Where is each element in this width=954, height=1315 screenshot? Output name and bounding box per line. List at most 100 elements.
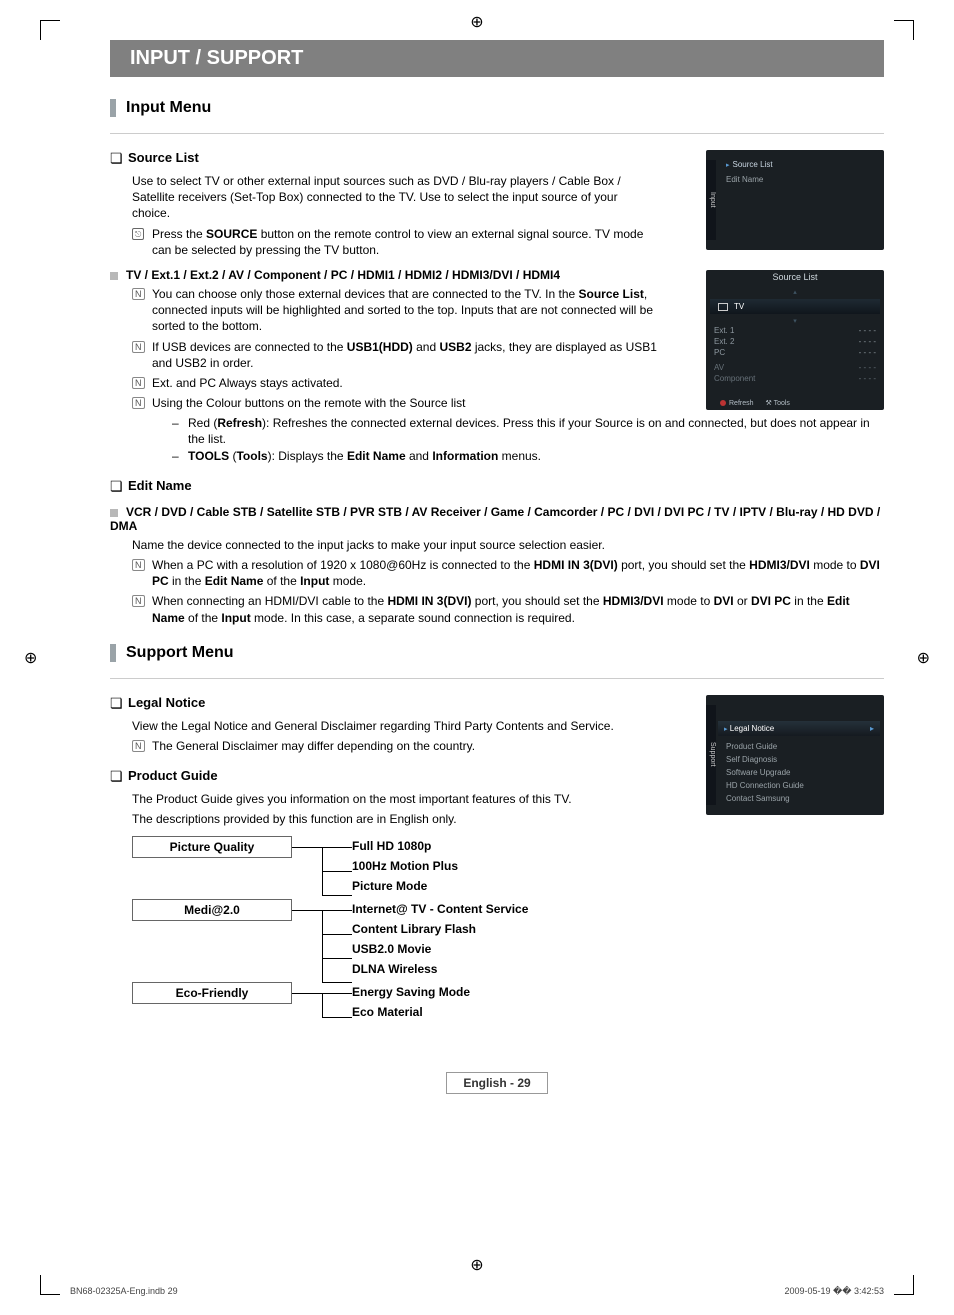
tv-menu-item: Self Diagnosis: [722, 753, 876, 766]
tv-row-label: TV: [734, 302, 744, 311]
tools-icon: ⚒: [765, 400, 771, 407]
subheading-product-guide: Product Guide: [128, 768, 218, 783]
crop-mark: [40, 20, 60, 40]
chevron-right-icon: ▸: [870, 724, 874, 733]
tv-screenshot-support-menu: Support ▸ Legal Notice▸ Product Guide Se…: [706, 695, 884, 815]
tree-leaf: USB2.0 Movie: [352, 939, 528, 959]
scroll-down-icon: ▾: [706, 317, 884, 325]
tree-leaf: Picture Mode: [352, 876, 458, 896]
heading-input-menu: Input Menu: [110, 99, 884, 117]
crop-mark: [894, 20, 914, 40]
note-icon: N: [132, 339, 152, 371]
tv-footer: Refresh ⚒ Tools: [720, 399, 878, 407]
divider: [110, 133, 884, 134]
footer-timestamp: 2009-05-19 �� 3:42:53: [784, 1286, 884, 1297]
dash-text: Red (Refresh): Refreshes the connected e…: [188, 415, 884, 447]
tv-menu-item: HD Connection Guide: [722, 779, 876, 792]
divider: [110, 678, 884, 679]
product-guide-tree: Picture Quality Full HD 1080p 100Hz Moti…: [132, 836, 884, 1022]
tv-side-tab: Input: [706, 160, 716, 240]
heading-support-menu: Support Menu: [110, 644, 884, 662]
note-icon: N: [132, 375, 152, 391]
tv-menu-item: Software Upgrade: [722, 766, 876, 779]
note-icon: N: [132, 557, 152, 589]
note-text: When a PC with a resolution of 1920 x 10…: [152, 557, 884, 589]
tv-row: AV - - - -: [706, 362, 884, 373]
q-bullet-icon: ❏: [110, 478, 128, 495]
dash-bullet: –: [172, 448, 188, 464]
tv-row-label: Ext. 2: [714, 337, 734, 346]
q-bullet-icon: ❏: [110, 768, 128, 785]
remote-icon: ⎋: [132, 226, 152, 258]
subheading-source-list: Source List: [128, 150, 199, 165]
page-number-label: English - 29: [110, 1072, 884, 1094]
tv-footer-refresh: Refresh: [729, 400, 754, 407]
tree-leaf: 100Hz Motion Plus: [352, 856, 458, 876]
tv-row-value: - - - -: [859, 363, 876, 372]
tree-leaf: DLNA Wireless: [352, 959, 528, 979]
note-icon: N: [132, 286, 152, 335]
tv-icon: [718, 303, 728, 311]
note-icon: N: [132, 738, 152, 754]
tv-menu-item: Contact Samsung: [722, 792, 876, 805]
paragraph: Press the SOURCE button on the remote co…: [152, 226, 662, 258]
tree-node: Picture Quality: [132, 836, 292, 858]
note-icon: N: [132, 593, 152, 625]
red-dot-icon: [720, 400, 726, 406]
registration-mark: ⊕: [24, 648, 37, 668]
tv-menu-item-selected: ▸Source List: [722, 158, 876, 173]
tv-screenshot-input-menu: Input ▸Source List Edit Name: [706, 150, 884, 250]
subheading-edit-name-options: VCR / DVD / Cable STB / Satellite STB / …: [110, 505, 880, 533]
crop-mark: [40, 1275, 60, 1295]
section-band: INPUT / SUPPORT: [110, 40, 884, 77]
tv-row: Component - - - -: [706, 373, 884, 384]
registration-mark: ⊕: [917, 648, 930, 668]
tv-screenshot-source-list: Source List ▴ TV ▾ Ext. 1 - - - - Ext. 2 -…: [706, 270, 884, 410]
tv-footer-tools: Tools: [774, 400, 790, 407]
q-bullet-icon: ❏: [110, 150, 128, 167]
tv-menu-item: Product Guide: [722, 740, 876, 753]
note-text: If USB devices are connected to the USB1…: [152, 339, 662, 371]
tv-menu-item: Edit Name: [722, 173, 876, 186]
tv-row: PC - - - -: [706, 347, 884, 358]
tv-row-value: - - - -: [859, 337, 876, 346]
tree-connector: [292, 899, 352, 979]
subheading-edit-name: Edit Name: [128, 478, 192, 493]
registration-mark: ⊕: [470, 1255, 483, 1275]
tv-row-value: - - - -: [859, 348, 876, 357]
tv-item-label: Legal Notice: [730, 724, 774, 733]
tree-connector: [292, 836, 352, 896]
footer-file: BN68-02325A-Eng.indb 29: [70, 1286, 178, 1297]
tree-leaf: Eco Material: [352, 1002, 470, 1022]
tv-row-value: - - - -: [859, 374, 876, 383]
note-text: When connecting an HDMI/DVI cable to the…: [152, 593, 884, 625]
tv-row-label: AV: [714, 363, 724, 372]
tv-menu-item-selected: ▸ Legal Notice▸: [718, 721, 880, 736]
crop-mark: [894, 1275, 914, 1295]
tv-row: Ext. 2 - - - -: [706, 336, 884, 347]
tree-leaf: Internet@ TV - Content Service: [352, 899, 528, 919]
square-bullet-icon: [110, 272, 118, 280]
tree-leaf: Full HD 1080p: [352, 836, 458, 856]
tv-row-value: - - - -: [859, 326, 876, 335]
paragraph: Use to select TV or other external input…: [132, 173, 642, 222]
subheading-sources: TV / Ext.1 / Ext.2 / AV / Component / PC…: [126, 268, 560, 282]
scroll-up-icon: ▴: [706, 288, 884, 296]
tv-title: Source List: [706, 270, 884, 288]
tv-row-label: Component: [714, 374, 755, 383]
tv-row-label: Ext. 1: [714, 326, 734, 335]
q-bullet-icon: ❏: [110, 695, 128, 712]
registration-mark: ⊕: [470, 12, 483, 32]
tv-item-label: Source List: [733, 160, 773, 169]
tree-node: Eco-Friendly: [132, 982, 292, 1004]
subheading-legal-notice: Legal Notice: [128, 695, 205, 710]
dash-text: TOOLS (Tools): Displays the Edit Name an…: [188, 448, 541, 464]
note-text: You can choose only those external devic…: [152, 286, 677, 335]
tv-side-tab: Support: [706, 705, 716, 805]
tree-leaf: Content Library Flash: [352, 919, 528, 939]
tv-row-selected: TV: [710, 299, 880, 314]
tv-row: Ext. 1 - - - -: [706, 325, 884, 336]
tv-row-label: PC: [714, 348, 725, 357]
paragraph: Name the device connected to the input j…: [132, 537, 884, 553]
tree-leaf: Energy Saving Mode: [352, 982, 470, 1002]
